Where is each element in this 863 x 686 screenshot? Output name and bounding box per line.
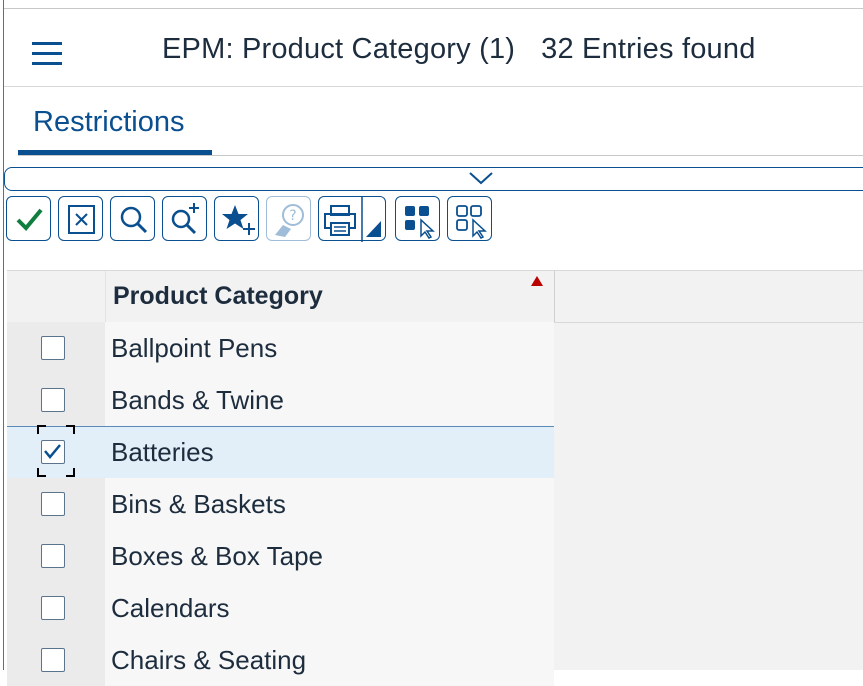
title-bar: EPM: Product Category (1) 32 Entries foun… bbox=[4, 9, 863, 86]
entries-count: 32 Entries found bbox=[541, 33, 756, 65]
row-selector[interactable] bbox=[7, 374, 105, 426]
table-cell[interactable]: Bins & Baskets bbox=[105, 478, 554, 530]
table-header: Product Category bbox=[7, 270, 863, 323]
row-checkbox[interactable] bbox=[41, 648, 65, 672]
deselect-all-icon bbox=[456, 205, 487, 239]
checkmark-icon bbox=[16, 208, 43, 231]
window-frame-left bbox=[3, 0, 4, 670]
tab-restrictions[interactable]: Restrictions bbox=[18, 104, 212, 155]
row-checkbox[interactable] bbox=[41, 388, 65, 412]
row-selector[interactable] bbox=[7, 478, 105, 530]
top-strip bbox=[4, 0, 863, 9]
find-next-button[interactable] bbox=[162, 196, 207, 241]
selection-column-header[interactable] bbox=[7, 271, 106, 322]
row-checkbox[interactable] bbox=[41, 336, 65, 360]
tab-restrictions-label: Restrictions bbox=[33, 106, 185, 138]
help-icon: ? bbox=[275, 204, 304, 237]
table-cell[interactable]: Calendars bbox=[105, 582, 554, 634]
table-row-selected[interactable]: Batteries bbox=[7, 425, 554, 479]
table-row[interactable]: Bins & Baskets bbox=[7, 478, 554, 530]
table-row[interactable]: Bands & Twine bbox=[7, 374, 554, 426]
table-cell[interactable]: Batteries bbox=[105, 427, 554, 479]
help-button[interactable]: ? bbox=[266, 196, 311, 241]
table-cell[interactable]: Chairs & Seating bbox=[105, 634, 554, 686]
expand-restrictions-bar[interactable] bbox=[4, 167, 863, 191]
row-selector[interactable] bbox=[7, 322, 105, 374]
tab-strip-divider bbox=[18, 155, 863, 156]
row-label: Batteries bbox=[111, 437, 214, 467]
search-plus-icon bbox=[171, 203, 199, 235]
row-checkbox[interactable] bbox=[41, 544, 65, 568]
title-separator bbox=[4, 86, 863, 87]
checkmark-icon bbox=[44, 444, 61, 459]
row-label: Ballpoint Pens bbox=[111, 333, 278, 363]
select-all-icon bbox=[405, 206, 435, 239]
row-label: Chairs & Seating bbox=[111, 645, 307, 675]
row-label: Calendars bbox=[111, 593, 230, 623]
select-all-button[interactable] bbox=[395, 196, 440, 241]
row-checkbox-checked[interactable] bbox=[41, 440, 65, 464]
chevron-down-icon bbox=[469, 172, 493, 185]
add-favorite-button[interactable] bbox=[214, 196, 259, 241]
column-header-label: Product Category bbox=[113, 282, 323, 310]
row-selector[interactable] bbox=[7, 425, 105, 479]
results-table: Product Category Ballpoint Pens Bands & … bbox=[7, 270, 863, 686]
table-row[interactable]: Boxes & Box Tape bbox=[7, 530, 554, 582]
confirm-button[interactable] bbox=[6, 196, 51, 241]
dialog-title: EPM: Product Category (1) 32 Entries foun… bbox=[162, 33, 756, 66]
sort-ascending-icon bbox=[531, 276, 543, 286]
table-cell[interactable]: Ballpoint Pens bbox=[105, 322, 554, 374]
row-checkbox[interactable] bbox=[41, 596, 65, 620]
row-selector[interactable] bbox=[7, 634, 105, 686]
row-selector[interactable] bbox=[7, 530, 105, 582]
table-row[interactable]: Ballpoint Pens bbox=[7, 322, 554, 374]
print-button[interactable] bbox=[318, 196, 386, 242]
table-cell[interactable]: Bands & Twine bbox=[105, 374, 554, 426]
search-icon bbox=[120, 206, 148, 234]
row-label: Boxes & Box Tape bbox=[111, 541, 323, 571]
table-row[interactable]: Chairs & Seating bbox=[7, 634, 554, 686]
column-header-product-category[interactable]: Product Category bbox=[105, 271, 555, 322]
row-label: Bands & Twine bbox=[111, 385, 284, 415]
svg-text:?: ? bbox=[289, 208, 296, 224]
table-cell[interactable]: Boxes & Box Tape bbox=[105, 530, 554, 582]
menu-icon[interactable] bbox=[30, 39, 64, 69]
dialog-title-text: EPM: Product Category (1) bbox=[162, 33, 516, 65]
deselect-all-button[interactable] bbox=[447, 196, 492, 241]
cancel-button[interactable] bbox=[58, 196, 103, 241]
find-button[interactable] bbox=[110, 196, 155, 241]
close-box-icon bbox=[68, 205, 95, 234]
row-label: Bins & Baskets bbox=[111, 489, 286, 519]
star-plus-icon bbox=[222, 205, 255, 235]
table-row[interactable]: Calendars bbox=[7, 582, 554, 634]
printer-icon bbox=[324, 197, 381, 242]
row-checkbox[interactable] bbox=[41, 492, 65, 516]
row-selector[interactable] bbox=[7, 582, 105, 634]
